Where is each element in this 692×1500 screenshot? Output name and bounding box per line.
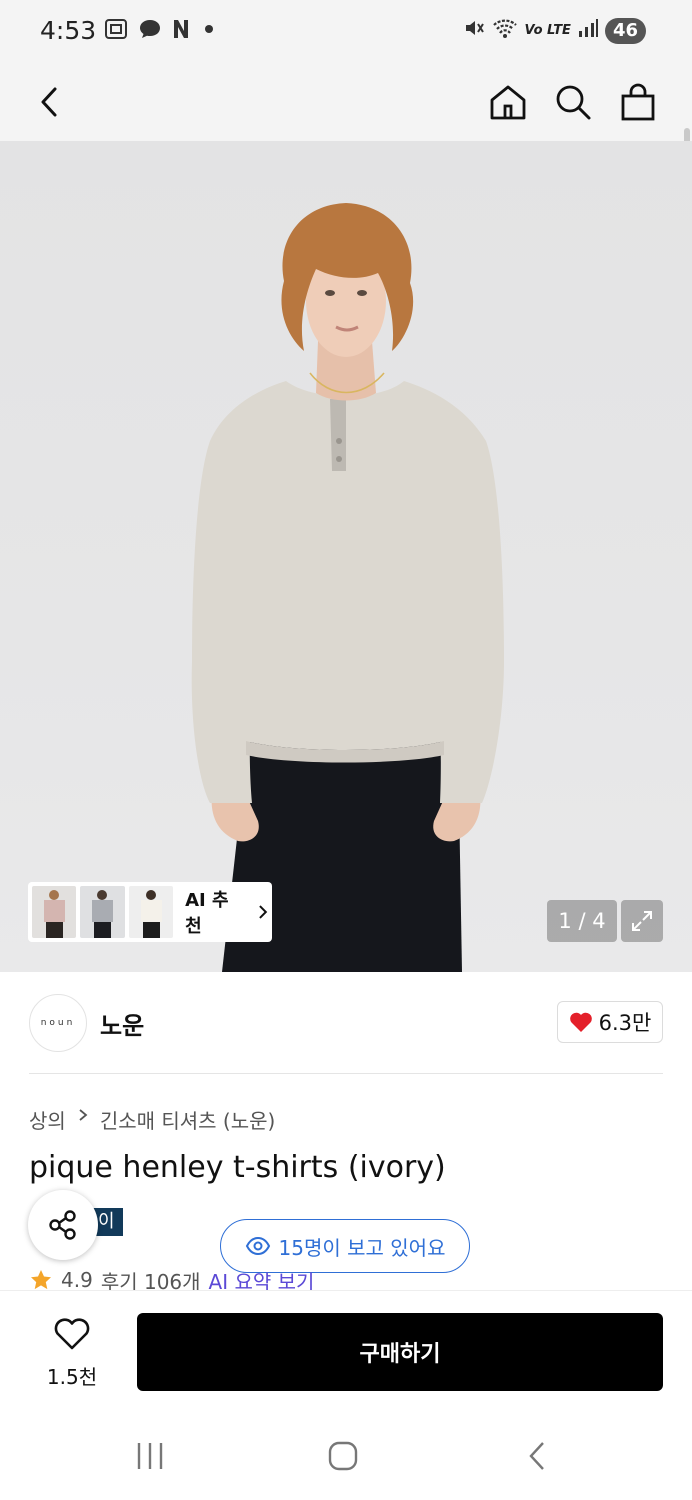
recent-apps-icon <box>137 1443 163 1469</box>
dot-icon <box>199 17 219 47</box>
recent-apps-button[interactable] <box>120 1434 180 1478</box>
buy-button[interactable]: 구매하기 <box>137 1313 663 1391</box>
eye-icon <box>245 1236 270 1256</box>
back-nav-icon <box>529 1442 544 1470</box>
breadcrumb-separator-icon <box>76 1105 90 1134</box>
mute-icon <box>462 16 486 45</box>
search-button[interactable] <box>545 74 601 130</box>
purchase-bar: 1.5천 구매하기 <box>0 1290 692 1409</box>
review-count[interactable]: 후기 106개 <box>101 1270 201 1290</box>
expand-button[interactable] <box>621 900 663 942</box>
breadcrumb-item[interactable]: 상의 <box>29 1105 66 1134</box>
app-bar <box>0 62 692 242</box>
signal-icon <box>577 16 599 45</box>
status-system-icons: Vo LTE 46 <box>462 16 646 45</box>
bag-icon <box>621 83 655 121</box>
brand-like-button[interactable]: 6.3만 <box>557 1001 663 1043</box>
brand-like-count: 6.3만 <box>598 1011 652 1035</box>
status-time: 4:53 <box>40 16 97 45</box>
volte-icon: Vo LTE <box>524 23 571 38</box>
rating-value: 4.9 <box>61 1270 93 1290</box>
share-icon <box>49 1210 76 1240</box>
ai-summary-button[interactable]: AI 요약 보기 <box>209 1270 315 1290</box>
ai-recommend-label: AI 추천 <box>185 890 229 937</box>
viewers-pill: 15명이 보고 있어요 <box>220 1219 470 1273</box>
screenshot-icon <box>103 17 129 47</box>
viewers-text: 15명이 보고 있어요 <box>278 1235 446 1260</box>
expand-icon <box>632 911 652 931</box>
ai-recommend-strip[interactable]: AI 추천 <box>28 882 272 942</box>
brand-row[interactable]: noun 노운 6.3만 <box>0 972 692 1072</box>
battery-indicator: 46 <box>604 17 646 44</box>
status-notification-icons <box>103 17 219 47</box>
home-nav-button[interactable] <box>313 1434 373 1478</box>
star-icon <box>31 1270 51 1290</box>
divider <box>29 1073 663 1074</box>
wifi-icon <box>492 16 518 45</box>
rating-row[interactable]: 4.9 후기 106개 AI 요약 보기 <box>29 1270 314 1290</box>
image-counter: 1 / 4 <box>547 900 617 942</box>
brand-logo[interactable]: noun <box>29 994 87 1052</box>
system-nav-bar <box>0 1408 692 1500</box>
back-icon <box>41 87 57 117</box>
breadcrumb-item[interactable]: 긴소매 티셔츠 (노운) <box>100 1105 276 1134</box>
back-nav-button[interactable] <box>508 1434 568 1478</box>
wishlist-count: 1.5천 <box>46 1365 98 1389</box>
brand-name[interactable]: 노운 <box>100 1006 144 1041</box>
thumbnail-1[interactable] <box>32 886 77 938</box>
thumbnail-2[interactable] <box>80 886 125 938</box>
back-button[interactable] <box>22 74 78 130</box>
share-button[interactable] <box>28 1190 98 1260</box>
cart-button[interactable] <box>610 74 666 130</box>
breadcrumb: 상의 긴소매 티셔츠 (노운) <box>29 1105 275 1134</box>
thumbnail-3[interactable] <box>128 886 174 938</box>
chevron-right-icon <box>259 905 268 919</box>
home-button[interactable] <box>480 74 536 130</box>
home-icon <box>490 85 526 120</box>
chat-icon <box>137 17 163 47</box>
heart-filled-icon <box>569 1012 592 1032</box>
model-photo <box>191 203 504 972</box>
wishlist-button[interactable]: 1.5천 <box>34 1317 110 1390</box>
ai-summary-label: AI 요약 보기 <box>208 1270 315 1290</box>
n-app-icon <box>171 17 191 47</box>
brand-logo-text: noun <box>40 1018 76 1028</box>
product-title: pique henley t-shirts (ivory) <box>29 1150 446 1185</box>
product-image[interactable] <box>0 141 692 972</box>
search-icon <box>556 85 591 120</box>
status-bar: 4:53 Vo LTE 46 <box>0 0 692 62</box>
home-nav-icon <box>328 1441 358 1471</box>
heart-outline-icon <box>54 1318 90 1350</box>
